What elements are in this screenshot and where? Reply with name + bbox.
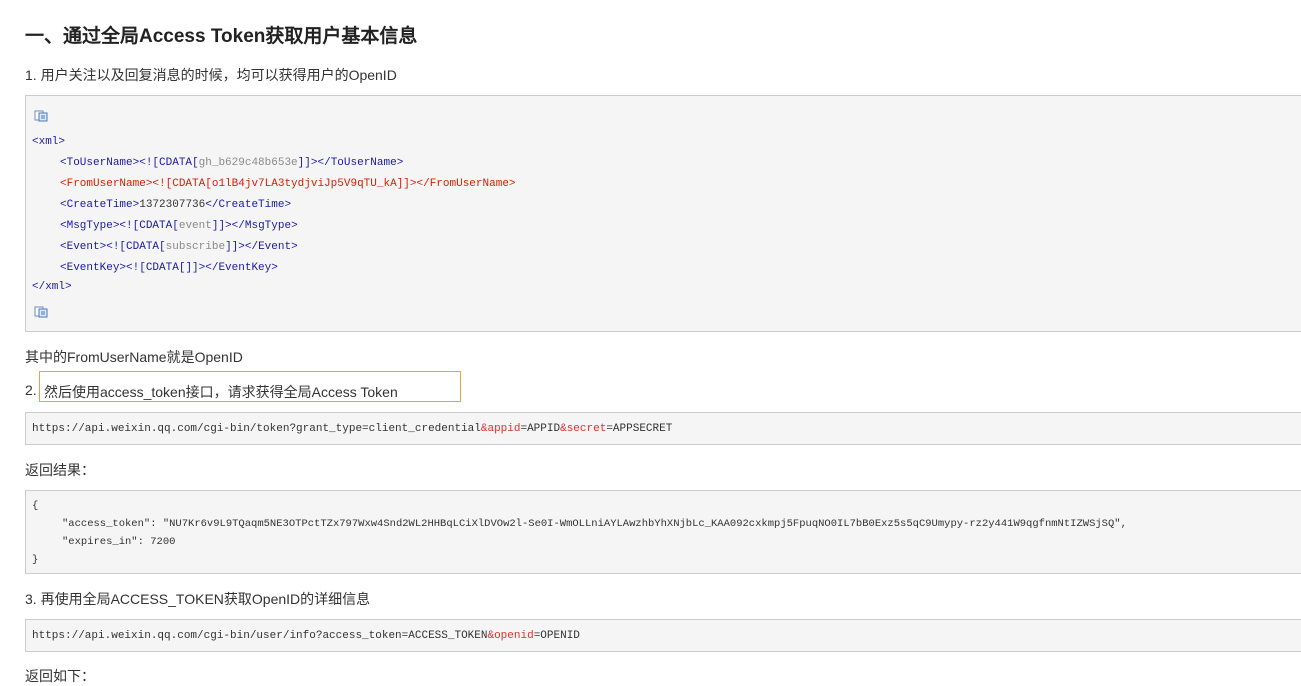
xml-line-fromusername: <FromUserName><![CDATA[o1lB4jv7LA3tydjvi… (60, 178, 516, 190)
userinfo-url[interactable]: https://api.weixin.qq.com/cgi-bin/user/i… (32, 630, 580, 642)
json-expires-in: "expires_in": 7200 (62, 536, 176, 548)
copy-code-icon[interactable] (34, 306, 48, 318)
xml-line-createtime: <CreateTime>1372307736</CreateTime> (60, 199, 292, 211)
token-result-block: { "access_token": "NU7Kr6v9L9TQaqm5NE3OT… (25, 490, 1301, 574)
userinfo-url-block: https://api.weixin.qq.com/cgi-bin/user/i… (25, 619, 1301, 652)
xml-line-event: <Event><![CDATA[subscribe]]></Event> (60, 241, 298, 253)
token-url-block: https://api.weixin.qq.com/cgi-bin/token?… (25, 412, 1301, 445)
step2-number: 2. (25, 382, 37, 398)
article-page: 一、通过全局Access Token获取用户基本信息 1. 用户关注以及回复消息… (0, 0, 1301, 684)
json-close-brace: } (32, 554, 39, 566)
copy-code-icon[interactable] (34, 110, 48, 122)
json-access-token: "access_token": "NU7Kr6v9L9TQaqm5NE3OTPc… (62, 518, 1127, 530)
token-url[interactable]: https://api.weixin.qq.com/cgi-bin/token?… (32, 423, 672, 435)
return-label: 返回如下： (25, 668, 95, 684)
json-open-brace: { (32, 500, 39, 512)
step3-text: 3. 再使用全局ACCESS_TOKEN获取OpenID的详细信息 (25, 591, 371, 607)
xml-line-eventkey: <EventKey><![CDATA[]]></EventKey> (60, 262, 278, 274)
xml-line-tousername: <ToUserName><![CDATA[gh_b629c48b653e]]><… (60, 157, 404, 169)
xml-open-root: <xml> (32, 136, 66, 148)
page-title: 一、通过全局Access Token获取用户基本信息 (25, 26, 418, 47)
xml-line-msgtype: <MsgType><![CDATA[event]]></MsgType> (60, 220, 298, 232)
note-fromusername: 其中的FromUserName就是OpenID (25, 349, 243, 365)
result-label: 返回结果： (25, 462, 95, 478)
step1-text: 1. 用户关注以及回复消息的时候，均可以获得用户的OpenID (25, 67, 397, 83)
step2-text: 然后使用access_token接口，请求获得全局Access Token (44, 384, 398, 400)
xml-close-root: </xml> (32, 281, 72, 293)
xml-code-block: <xml> <ToUserName><![CDATA[gh_b629c48b65… (25, 95, 1301, 332)
